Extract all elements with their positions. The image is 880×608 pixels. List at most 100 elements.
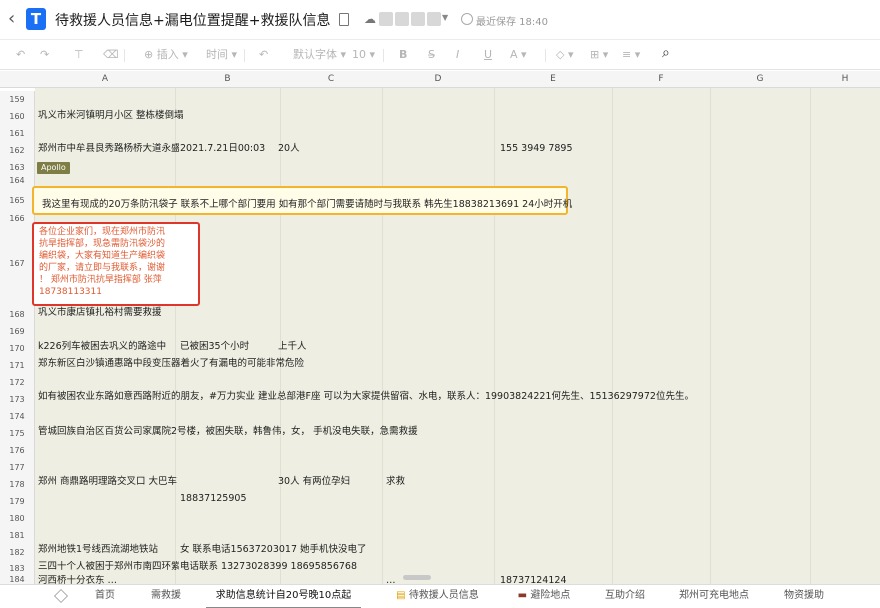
column-header-d[interactable]: D (382, 74, 494, 84)
row-header[interactable]: 172 (0, 374, 35, 391)
row-header[interactable]: 165 (0, 186, 35, 215)
cell-b162[interactable]: 2021.7.21日00:03 (180, 143, 265, 155)
back-icon[interactable]: ‹ (8, 8, 15, 30)
row-header[interactable]: 163 (0, 159, 35, 176)
sheets-icon[interactable] (54, 589, 68, 603)
cell-a182[interactable]: 郑州地铁1号线西流湖地铁站 (38, 544, 158, 556)
row-header[interactable]: 170 (0, 340, 35, 357)
chevron-down-icon[interactable]: ▼ (442, 13, 448, 22)
cell-b183[interactable]: 电话联系 13273028399 18695856768 (180, 561, 357, 573)
row-header[interactable]: 168 (0, 306, 35, 323)
cell-d184[interactable]: … (386, 575, 396, 584)
fill-color-icon[interactable]: ◇ ▾ (556, 48, 573, 62)
cell-a175[interactable]: 管城回族自治区百货公司家属院2号楼，被困失联，韩鲁伟，女， 手机没电失联，急需救… (38, 426, 418, 438)
clear-format-icon[interactable]: ⌫ (103, 48, 119, 62)
row-header[interactable]: 179 (0, 493, 35, 510)
sheet-grid[interactable] (35, 88, 880, 584)
cell-c170[interactable]: 上千人 (278, 341, 307, 353)
cell-a160[interactable]: 巩义市米河镇明月小区 整栋楼倒塌 (38, 110, 184, 122)
cell-a167-line[interactable]: 的厂家，请立即与我联系，谢谢 (39, 263, 165, 275)
insert-menu[interactable]: ⊕ 插入 ▾ (144, 48, 188, 62)
row-header[interactable]: 182 (0, 544, 35, 561)
tab-supplies[interactable]: 物资援助 (774, 585, 834, 608)
cell-a171[interactable]: 郑东新区白沙镇通惠路中段变压器着火了有漏电的可能非常危险 (38, 358, 304, 370)
cell-b179[interactable]: 18837125905 (180, 493, 247, 505)
font-size-select[interactable]: 10 ▾ (352, 48, 375, 62)
tab-mutual-aid[interactable]: 互助介绍 (596, 585, 654, 608)
avatar[interactable] (411, 12, 425, 26)
tab-awaiting-rescue[interactable]: ▤ 待救援人员信息 (385, 585, 490, 608)
cell-e184[interactable]: 18737124124 (500, 575, 567, 584)
cell-e162[interactable]: 155 3949 7895 (500, 143, 573, 155)
column-header-f[interactable]: F (612, 74, 710, 84)
cell-c178[interactable]: 30人 有两位孕妇 (278, 476, 350, 488)
tab-help-stats[interactable]: 求助信息统计自20号晚10点起 (206, 585, 361, 608)
row-header[interactable]: 159 (0, 91, 35, 108)
cell-a184[interactable]: 河西桥十分衣东 … (38, 575, 117, 584)
column-header-b[interactable]: B (175, 74, 280, 84)
column-header-c[interactable]: C (280, 74, 382, 84)
column-header-g[interactable]: G (710, 74, 810, 84)
horizontal-scrollbar[interactable] (403, 575, 431, 580)
undo-icon[interactable]: ↶ (16, 48, 25, 62)
row-header[interactable]: 164 (0, 176, 35, 186)
row-header[interactable]: 167 (0, 222, 35, 306)
row-header[interactable]: 177 (0, 459, 35, 476)
cell-a170[interactable]: k226列车被困去巩义的路途中 (38, 341, 166, 353)
row-header[interactable]: 183 (0, 561, 35, 576)
border-icon[interactable]: ⊞ ▾ (590, 48, 608, 62)
search-icon[interactable]: ⌕ (662, 46, 670, 60)
row-header[interactable]: 178 (0, 476, 35, 493)
font-color-icon[interactable]: A ▾ (510, 48, 527, 62)
row-header[interactable]: 180 (0, 510, 35, 527)
bold-icon[interactable]: B (399, 48, 407, 62)
italic-icon[interactable]: I (456, 48, 459, 62)
align-icon[interactable]: ≡ ▾ (622, 48, 640, 62)
cell-a173[interactable]: 如有被困农业东路如意西路附近的朋友，#万力实业 建业总部港F座 可以为大家提供留… (38, 391, 694, 403)
cell-a167-line[interactable]: 抗旱指挥部，现急需防汛袋沙的 (39, 239, 165, 251)
row-header[interactable]: 176 (0, 442, 35, 459)
tab-shelter[interactable]: ▬ 避险地点 (508, 585, 580, 608)
avatar[interactable] (395, 12, 409, 26)
star-icon[interactable]: ☆ (316, 10, 329, 26)
avatar[interactable] (379, 12, 393, 26)
format-painter-icon[interactable]: ⊤ (74, 48, 84, 62)
undo2-icon[interactable]: ↶ (259, 48, 268, 62)
cell-b170[interactable]: 已被困35个小时 (180, 341, 249, 353)
column-header-e[interactable]: E (494, 74, 612, 84)
tab-need-rescue[interactable]: 需救援 (140, 585, 192, 608)
row-header[interactable]: 175 (0, 425, 35, 442)
document-info-icon[interactable] (339, 13, 349, 26)
tab-charging[interactable]: 郑州可充电地点 (670, 585, 758, 608)
cell-a165[interactable]: 我这里有现成的20万条防汛袋子 联系不上哪个部门要用 如有那个部门需要请随时与我… (42, 196, 572, 210)
underline-icon[interactable]: U (484, 48, 492, 62)
collaborator-icon[interactable]: ☁ (364, 12, 376, 26)
cell-c162[interactable]: 20人 (278, 143, 300, 155)
cell-b182[interactable]: 女 联系电话15637203017 她手机快没电了 (180, 544, 367, 556)
column-header-h[interactable]: H (810, 74, 880, 84)
cell-a168[interactable]: 巩义市康店镇扎裕村需要救援 (38, 307, 162, 319)
cell-a183[interactable]: 三四十个人被困于郑州市南四环紫 (38, 561, 179, 573)
row-header[interactable]: 171 (0, 357, 35, 374)
cell-a167-line[interactable]: 各位企业家们，现在郑州市防汛 (39, 227, 165, 239)
font-select[interactable]: 默认字体 ▾ (293, 48, 346, 62)
cell-d178[interactable]: 求救 (386, 476, 405, 488)
cell-a178[interactable]: 郑州 商鼎路明理路交叉口 大巴车 (38, 476, 177, 488)
row-header[interactable]: 181 (0, 527, 35, 544)
cell-a167-line[interactable]: 编织袋，大家有知道生产编织袋 (39, 251, 165, 263)
tab-home[interactable]: 首页 (84, 585, 126, 608)
row-header[interactable]: 160 (0, 108, 35, 125)
row-header[interactable]: 162 (0, 142, 35, 159)
row-header[interactable]: 184 (0, 576, 35, 584)
row-header[interactable]: 161 (0, 125, 35, 142)
time-menu[interactable]: 时间 ▾ (206, 48, 237, 62)
row-header[interactable]: 166 (0, 215, 35, 223)
column-header-a[interactable]: A (35, 74, 175, 84)
cell-a162[interactable]: 郑州市中牟县良秀路杨桥大道永盛 (38, 143, 179, 155)
cell-a167-line[interactable]: ！ 郑州市防汛抗旱指挥部 张萍 (39, 275, 162, 287)
strikethrough-icon[interactable]: S̶ (428, 48, 435, 62)
row-header[interactable]: 174 (0, 408, 35, 425)
document-title[interactable]: 待救援人员信息+漏电位置提醒+救援队信息 (55, 10, 330, 30)
avatar[interactable] (427, 12, 441, 26)
redo-icon[interactable]: ↷ (40, 48, 49, 62)
